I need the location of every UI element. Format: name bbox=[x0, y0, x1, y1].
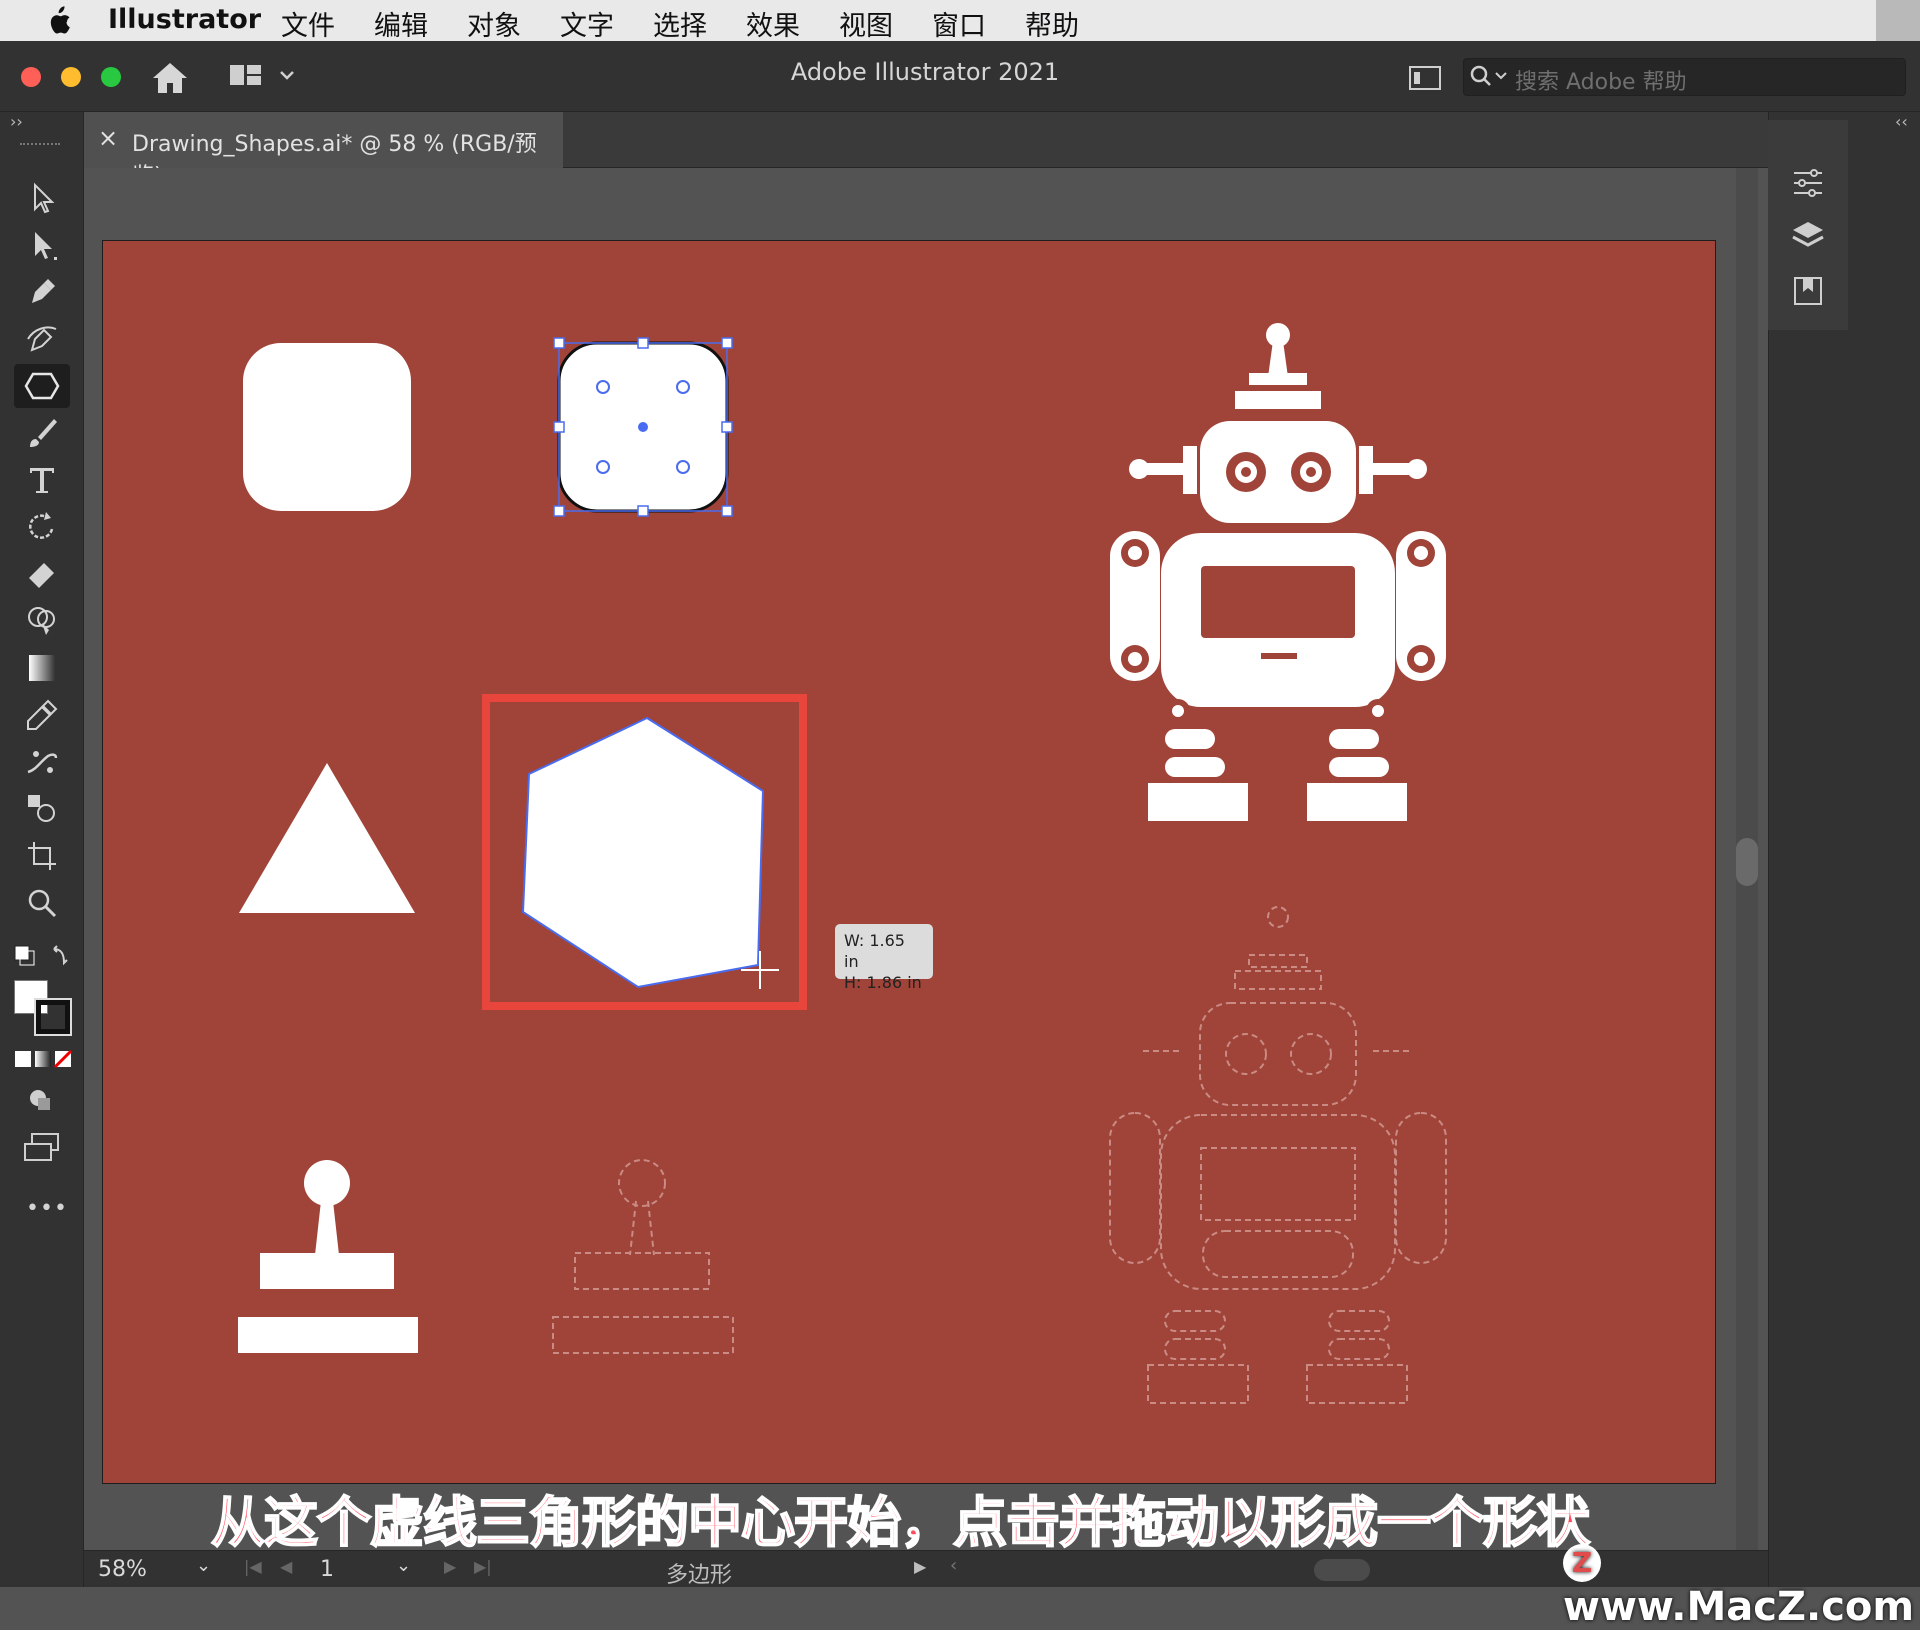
blend-tool[interactable] bbox=[18, 789, 66, 829]
edit-toolbar-button[interactable]: ••• bbox=[26, 1196, 68, 1221]
type-tool[interactable] bbox=[18, 460, 66, 500]
workspace-switcher-icon[interactable] bbox=[228, 62, 298, 92]
search-icon[interactable] bbox=[1469, 64, 1509, 90]
vertical-scroll-thumb[interactable] bbox=[1736, 838, 1758, 886]
zoom-window-button[interactable] bbox=[101, 67, 121, 87]
expand-toolbar-icon[interactable]: ›› bbox=[10, 112, 23, 131]
watermark-text: www.MacZ.com bbox=[1563, 1584, 1915, 1630]
shape-builder-icon bbox=[28, 607, 55, 635]
menu-window[interactable]: 窗口 bbox=[932, 4, 986, 43]
screen-mode-icon[interactable] bbox=[22, 1132, 62, 1164]
window-title: Adobe Illustrator 2021 bbox=[790, 58, 1060, 86]
artboard[interactable] bbox=[102, 240, 1716, 1484]
triangle-shape[interactable] bbox=[239, 763, 415, 913]
curvature-pen-icon bbox=[27, 326, 57, 352]
help-search-placeholder: 搜索 Adobe 帮助 bbox=[1515, 70, 1687, 95]
joystick-shape[interactable] bbox=[238, 1160, 418, 1353]
color-mode-icons[interactable] bbox=[14, 1048, 72, 1070]
status-menu-icon[interactable]: ▶ bbox=[914, 1557, 926, 1576]
collapse-panels-icon[interactable]: ‹‹ bbox=[1895, 112, 1908, 131]
polygon-tool[interactable] bbox=[14, 364, 70, 408]
zoom-tool[interactable] bbox=[18, 883, 66, 923]
video-subtitle: 从这个虚线三角形的中心开始，点击并拖动以形成一个形状 bbox=[210, 1490, 1591, 1555]
puppet-warp-icon bbox=[27, 751, 58, 774]
blend-icon bbox=[28, 795, 55, 822]
joystick-dashed-guide bbox=[552, 1159, 734, 1354]
zoom-dropdown-icon[interactable]: ⌄ bbox=[196, 1555, 211, 1576]
stroke-color-swatch[interactable] bbox=[34, 998, 72, 1036]
eyedropper-icon bbox=[27, 699, 58, 730]
arrange-documents-icon[interactable] bbox=[1408, 63, 1442, 93]
menubar-status-icon bbox=[1876, 0, 1920, 41]
tooltip-height: H: 1.86 in bbox=[844, 973, 922, 992]
properties-panel-icon[interactable] bbox=[1790, 165, 1826, 201]
current-tool-label: 多边形 bbox=[666, 1563, 733, 1588]
minimize-window-button[interactable] bbox=[61, 67, 81, 87]
paintbrush-tool[interactable] bbox=[18, 413, 66, 453]
menu-app-name[interactable]: Illustrator bbox=[108, 4, 261, 35]
menu-effect[interactable]: 效果 bbox=[746, 4, 800, 43]
direct-selection-arrow-icon bbox=[35, 232, 57, 260]
right-panel-dock bbox=[1768, 112, 1920, 1587]
menu-bar: Illustrator 文件 编辑 对象 文字 选择 效果 视图 窗口 帮助 bbox=[0, 0, 1920, 43]
draw-mode-icon[interactable] bbox=[26, 1086, 56, 1114]
menu-help[interactable]: 帮助 bbox=[1025, 4, 1079, 43]
selection-tool[interactable] bbox=[18, 178, 66, 218]
eraser-icon bbox=[29, 563, 54, 588]
last-artboard-icon[interactable]: ▶| bbox=[474, 1557, 492, 1576]
eraser-tool[interactable] bbox=[18, 554, 66, 594]
pen-tool[interactable] bbox=[18, 272, 66, 312]
eyedropper-tool[interactable] bbox=[18, 695, 66, 735]
home-icon[interactable] bbox=[150, 60, 190, 96]
scroll-left-icon[interactable]: ‹ bbox=[950, 1555, 957, 1576]
pen-icon bbox=[32, 279, 55, 303]
curvature-tool[interactable] bbox=[18, 319, 66, 359]
rounded-square-shape[interactable] bbox=[243, 343, 411, 511]
puppet-warp-tool[interactable] bbox=[18, 742, 66, 782]
selection-arrow-icon bbox=[34, 182, 55, 214]
gradient-icon bbox=[29, 655, 55, 681]
zoom-level[interactable]: 58% bbox=[98, 1557, 147, 1582]
menu-object[interactable]: 对象 bbox=[467, 4, 521, 43]
menu-type[interactable]: 文字 bbox=[560, 4, 614, 43]
polygon-icon bbox=[24, 372, 60, 400]
rotate-icon bbox=[29, 512, 54, 539]
menu-file[interactable]: 文件 bbox=[281, 4, 335, 43]
paintbrush-icon bbox=[30, 419, 57, 447]
selected-rounded-square[interactable] bbox=[553, 337, 733, 517]
close-tab-icon[interactable]: × bbox=[98, 124, 118, 152]
apple-icon[interactable] bbox=[44, 6, 72, 36]
shape-builder-tool[interactable] bbox=[18, 601, 66, 641]
rotate-tool[interactable] bbox=[18, 507, 66, 547]
artboard-icon bbox=[28, 842, 56, 870]
watermark: Zwww.MacZ.com bbox=[1563, 1538, 1920, 1630]
layers-panel-icon[interactable] bbox=[1790, 218, 1826, 254]
watermark-logo-icon: Z bbox=[1563, 1544, 1601, 1582]
dimension-tooltip: W: 1.65 in H: 1.86 in bbox=[835, 924, 933, 992]
menu-view[interactable]: 视图 bbox=[839, 4, 893, 43]
hexagon-shape[interactable] bbox=[521, 716, 765, 989]
gradient-tool[interactable] bbox=[18, 648, 66, 688]
artboard-dropdown-icon[interactable]: ⌄ bbox=[396, 1555, 411, 1576]
tooltip-width: W: 1.65 in bbox=[844, 931, 905, 971]
document-tab[interactable]: × Drawing_Shapes.ai* @ 58 % (RGB/预览) bbox=[84, 112, 563, 189]
first-artboard-icon[interactable]: |◀ bbox=[244, 1557, 262, 1576]
next-artboard-icon[interactable]: ▶ bbox=[444, 1557, 456, 1576]
artwork bbox=[238, 323, 1447, 1404]
artboard-number[interactable]: 1 bbox=[320, 1557, 334, 1582]
swap-fill-stroke-icon[interactable] bbox=[12, 943, 72, 973]
zoom-icon bbox=[28, 889, 57, 918]
type-icon bbox=[30, 468, 54, 493]
toolbar-grip[interactable] bbox=[20, 143, 60, 149]
close-window-button[interactable] bbox=[21, 67, 41, 87]
previous-artboard-icon[interactable]: ◀ bbox=[280, 1557, 292, 1576]
direct-selection-tool[interactable] bbox=[18, 225, 66, 265]
libraries-panel-icon[interactable] bbox=[1790, 272, 1826, 308]
robot-dashed-guide bbox=[1109, 906, 1447, 1404]
menu-edit[interactable]: 编辑 bbox=[374, 4, 428, 43]
artboard-tool[interactable] bbox=[18, 836, 66, 876]
menu-select[interactable]: 选择 bbox=[653, 4, 707, 43]
horizontal-scroll-thumb[interactable] bbox=[1314, 1559, 1370, 1581]
